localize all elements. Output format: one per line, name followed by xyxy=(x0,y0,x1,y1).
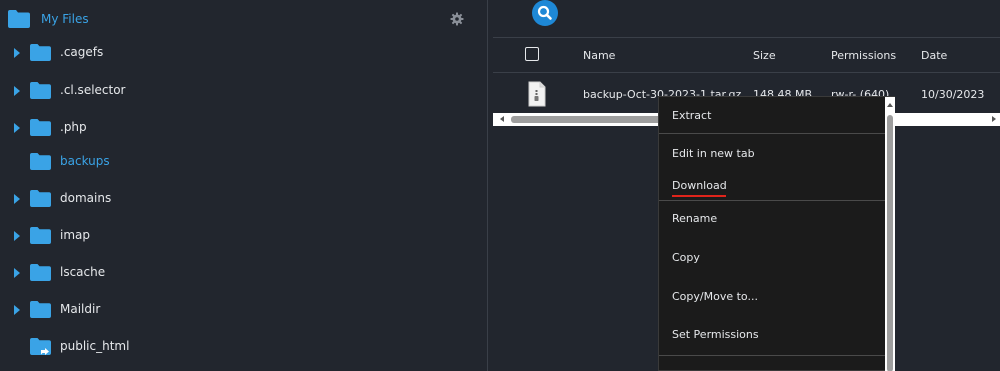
divider xyxy=(493,72,1000,73)
menu-item-label: Copy/Move to... xyxy=(672,290,758,303)
sidebar-item-lscache[interactable]: lscache xyxy=(0,259,488,289)
menu-item-rename[interactable]: Rename xyxy=(659,205,885,235)
table-header: Name Size Permissions Date xyxy=(493,38,1000,72)
expand-caret-icon[interactable] xyxy=(14,48,20,58)
sidebar-item-label: imap xyxy=(60,228,90,242)
scrollbar-thumb[interactable] xyxy=(887,115,893,371)
folder-icon xyxy=(30,227,51,244)
menu-item-label: Edit in new tab xyxy=(672,147,755,160)
folder-open-icon xyxy=(30,153,51,170)
sidebar-item-label: lscache xyxy=(60,265,106,279)
expand-caret-icon[interactable] xyxy=(14,268,20,278)
menu-item-label: Download xyxy=(672,179,727,192)
search-icon xyxy=(537,5,552,20)
folder-icon xyxy=(30,119,51,136)
menu-item-copy-move-to[interactable]: Copy/Move to... xyxy=(659,283,885,313)
menu-separator xyxy=(659,133,885,134)
sidebar-item-label: backups xyxy=(60,154,110,168)
highlight-underline xyxy=(672,195,726,197)
menu-item-download[interactable]: Download xyxy=(659,172,885,202)
folder-icon xyxy=(30,44,51,61)
sidebar-item-backups[interactable]: backups xyxy=(0,148,488,178)
menu-item-label: Copy xyxy=(672,251,700,264)
sidebar-item-label: domains xyxy=(60,191,112,205)
menu-item-set-permissions[interactable]: Set Permissions xyxy=(659,321,885,351)
sidebar-item-label: .php xyxy=(60,120,87,134)
column-header-size[interactable]: Size xyxy=(753,49,776,62)
root-folder-label[interactable]: My Files xyxy=(41,12,89,26)
scroll-up-icon[interactable] xyxy=(887,103,893,107)
folder-icon xyxy=(30,190,51,207)
sidebar-item-label: .cagefs xyxy=(60,45,104,59)
sidebar-item-php[interactable]: .php xyxy=(0,114,488,144)
folder-icon xyxy=(30,264,51,281)
sidebar-item-cl-selector[interactable]: .cl.selector xyxy=(0,77,488,107)
sidebar-header: My Files xyxy=(0,0,488,38)
folder-icon xyxy=(8,10,30,28)
context-menu: Extract Edit in new tab Download Rename … xyxy=(658,96,895,371)
folder-icon xyxy=(30,301,51,318)
menu-item-extract[interactable]: Extract xyxy=(659,102,885,132)
expand-caret-icon[interactable] xyxy=(14,86,20,96)
sidebar-item-public-html[interactable]: public_html xyxy=(0,333,488,363)
expand-caret-icon[interactable] xyxy=(14,194,20,204)
sidebar-item-domains[interactable]: domains xyxy=(0,185,488,215)
expand-caret-icon[interactable] xyxy=(14,231,20,241)
file-tree-sidebar: My Files .cagefs .cl.selector .php backu… xyxy=(0,0,488,371)
search-button[interactable] xyxy=(532,0,558,26)
select-all-checkbox[interactable] xyxy=(525,47,539,61)
folder-icon xyxy=(30,82,51,99)
vertical-scrollbar[interactable] xyxy=(885,97,895,371)
menu-item-label: Set Permissions xyxy=(672,328,759,341)
sidebar-item-imap[interactable]: imap xyxy=(0,222,488,252)
menu-item-label: Extract xyxy=(672,109,712,122)
menu-separator xyxy=(659,200,885,201)
linked-folder-icon xyxy=(30,338,51,355)
expand-caret-icon[interactable] xyxy=(14,305,20,315)
scroll-right-icon[interactable] xyxy=(992,116,996,122)
column-header-permissions[interactable]: Permissions xyxy=(831,49,896,62)
sidebar-item-cagefs[interactable]: .cagefs xyxy=(0,39,488,69)
menu-item-label: Rename xyxy=(672,212,718,225)
expand-caret-icon[interactable] xyxy=(14,123,20,133)
sidebar-item-label: Maildir xyxy=(60,302,101,316)
menu-separator xyxy=(659,355,885,356)
scrollbar-thumb[interactable] xyxy=(511,116,664,123)
menu-item-copy[interactable]: Copy xyxy=(659,244,885,274)
file-date: 10/30/2023 xyxy=(921,88,985,101)
scroll-left-icon[interactable] xyxy=(500,116,504,122)
column-header-name[interactable]: Name xyxy=(583,49,615,62)
archive-file-icon xyxy=(528,81,546,107)
menu-item-edit-in-new-tab[interactable]: Edit in new tab xyxy=(659,140,885,170)
sidebar-item-maildir[interactable]: Maildir xyxy=(0,296,488,326)
sidebar-item-label: public_html xyxy=(60,339,130,353)
column-header-date[interactable]: Date xyxy=(921,49,947,62)
gear-icon[interactable] xyxy=(450,12,464,26)
sidebar-item-label: .cl.selector xyxy=(60,83,126,97)
